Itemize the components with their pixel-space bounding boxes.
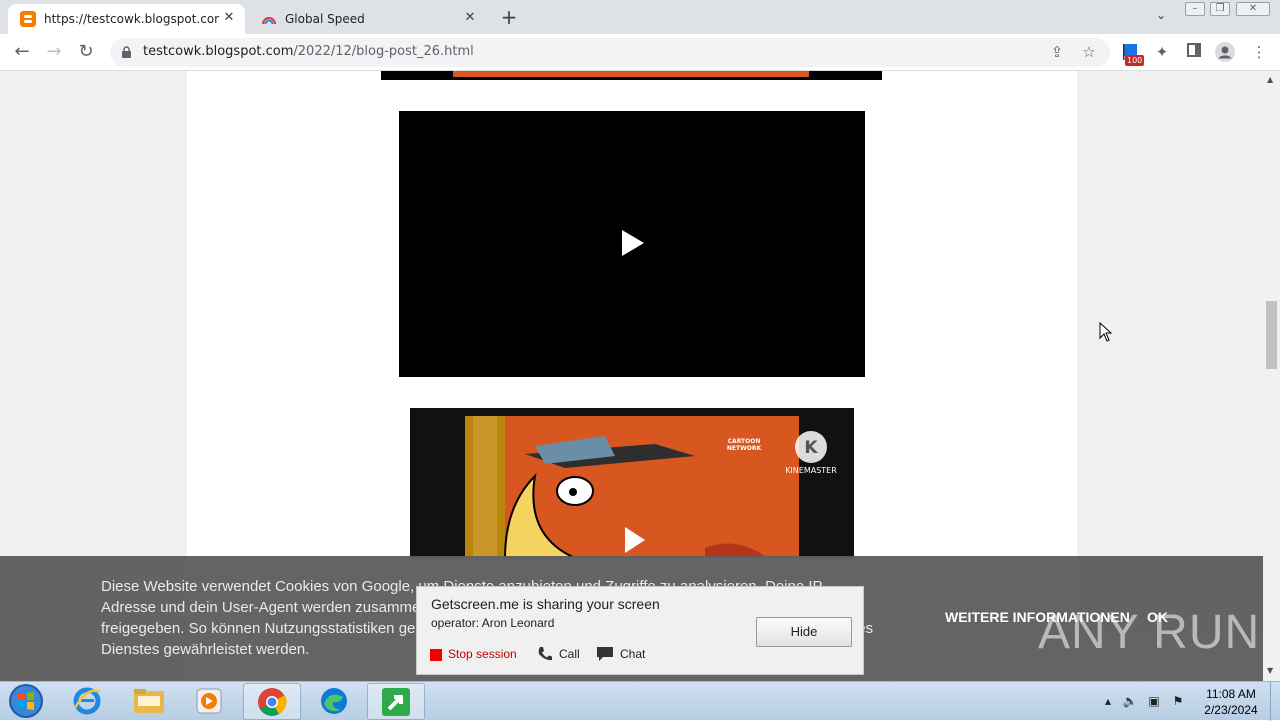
stop-session-button[interactable]: Stop session	[448, 647, 517, 661]
taskbar-explorer[interactable]	[120, 683, 178, 720]
taskbar-media-player[interactable]	[180, 683, 238, 720]
system-clock[interactable]: 11:08 AM 2/23/2024	[1196, 686, 1266, 718]
phone-icon	[538, 647, 552, 661]
windows-taskbar: ▴ 🔈 ▣ ⚑ 11:08 AM 2/23/2024	[0, 681, 1280, 721]
new-tab-button[interactable]: +	[498, 6, 520, 28]
page-scrollbar[interactable]: ▲ ▼	[1263, 71, 1280, 681]
close-tab-icon[interactable]: ✕	[462, 10, 478, 26]
chat-bubble-icon	[597, 647, 613, 661]
stop-square-icon	[430, 649, 442, 661]
svg-text:K: K	[804, 438, 818, 458]
rainbow-icon	[262, 17, 276, 25]
getscreen-arrow-icon	[382, 688, 410, 716]
share-icon[interactable]: ⇪	[1047, 42, 1067, 62]
close-tab-icon[interactable]: ✕	[221, 10, 237, 26]
blogger-icon	[20, 11, 36, 27]
show-desktop-button[interactable]	[1270, 682, 1280, 721]
network-icon[interactable]: ▣	[1146, 693, 1162, 709]
chat-button[interactable]: Chat	[620, 647, 645, 661]
taskbar-ie[interactable]	[58, 683, 116, 720]
hide-button[interactable]: Hide	[756, 617, 852, 647]
reload-icon[interactable]: ↻	[74, 40, 98, 64]
scroll-down-icon[interactable]: ▼	[1267, 666, 1273, 675]
minimize-button[interactable]: –	[1185, 2, 1205, 16]
taskbar-edge[interactable]	[305, 683, 363, 720]
kebab-menu-icon[interactable]: ⋮	[1249, 42, 1269, 62]
tab-blogspot[interactable]: https://testcowk.blogspot.com/2 ✕	[8, 4, 245, 34]
call-button[interactable]: Call	[559, 647, 580, 661]
extension-badge: 100	[1125, 55, 1145, 66]
clock-time: 11:08 AM	[1206, 687, 1256, 701]
side-panel-icon[interactable]	[1184, 42, 1204, 62]
tab-title: https://testcowk.blogspot.com/2	[44, 12, 219, 26]
volume-icon[interactable]: 🔈	[1122, 693, 1138, 709]
address-bar[interactable]: testcowk.blogspot.com/2022/12/blog-post_…	[110, 38, 1110, 67]
windows-start-icon[interactable]	[6, 682, 46, 720]
tab-search-chevron-icon[interactable]: ⌄	[1151, 8, 1171, 26]
video-player-thumbnail[interactable]: CARTOON NETWORK K KINEMASTER	[410, 408, 854, 558]
edge-icon	[321, 688, 347, 714]
getscreen-sharing-popup: Getscreen.me is sharing your screen oper…	[416, 586, 864, 675]
close-window-button[interactable]: ✕	[1236, 2, 1270, 16]
tab-strip: https://testcowk.blogspot.com/2 ✕ Global…	[0, 0, 1280, 34]
forward-arrow-icon[interactable]: →	[42, 40, 66, 64]
play-icon[interactable]	[623, 525, 647, 555]
folder-icon	[134, 689, 164, 713]
tab-global-speed[interactable]: Global Speed ✕	[249, 4, 486, 34]
maximize-button[interactable]: ❐	[1210, 2, 1230, 16]
play-icon[interactable]	[620, 228, 646, 258]
internet-explorer-icon	[73, 687, 101, 715]
operator-name: operator: Aron Leonard	[431, 616, 555, 630]
chrome-icon	[258, 688, 287, 716]
url-text: testcowk.blogspot.com/2022/12/blog-post_…	[143, 44, 474, 59]
taskbar-chrome[interactable]	[243, 683, 301, 720]
taskbar-getscreen[interactable]	[367, 683, 425, 720]
bookmark-star-icon[interactable]: ☆	[1079, 42, 1099, 62]
mouse-cursor-icon	[1099, 322, 1113, 342]
previous-video-bottom[interactable]	[381, 71, 882, 80]
scroll-up-icon[interactable]: ▲	[1267, 75, 1273, 84]
url-host: testcowk.blogspot.com	[143, 44, 294, 59]
kinemaster-logo-icon: K	[795, 431, 827, 463]
url-path: /2022/12/blog-post_26.html	[293, 44, 474, 59]
back-arrow-icon[interactable]: ←	[10, 40, 34, 64]
tab-title: Global Speed	[285, 12, 365, 26]
profile-avatar-icon[interactable]	[1215, 42, 1235, 62]
media-player-icon	[196, 688, 222, 714]
kinemaster-watermark: KINEMASTER	[785, 466, 837, 475]
clock-date: 2/23/2024	[1204, 703, 1258, 717]
cartoon-network-logo: CARTOON NETWORK	[726, 438, 762, 452]
anyrun-watermark: ANY RUN	[1038, 606, 1261, 659]
lock-icon	[122, 46, 131, 58]
extensions-puzzle-icon[interactable]: ✦	[1152, 42, 1172, 62]
tray-expand-icon[interactable]: ▴	[1100, 693, 1116, 709]
sharing-status-text: Getscreen.me is sharing your screen	[431, 596, 660, 612]
video-player[interactable]	[399, 111, 865, 377]
browser-toolbar: ← → ↻ testcowk.blogspot.com/2022/12/blog…	[0, 34, 1280, 71]
action-center-flag-icon[interactable]: ⚑	[1170, 693, 1186, 709]
scrollbar-thumb[interactable]	[1266, 301, 1277, 369]
